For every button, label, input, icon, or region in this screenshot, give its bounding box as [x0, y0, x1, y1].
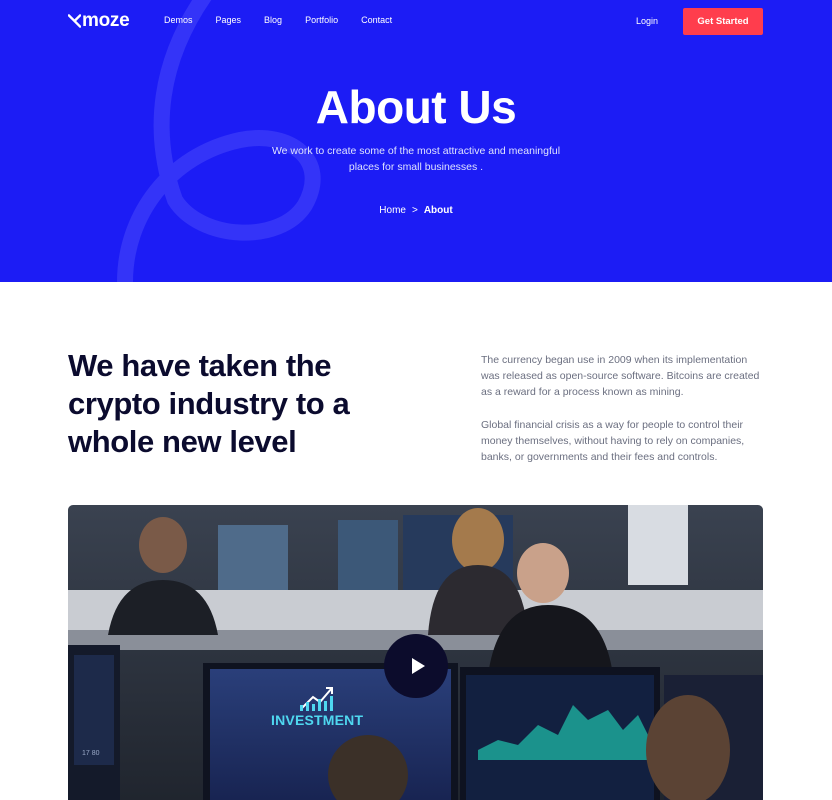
video-thumbnail: INVESTMENT 17 80: [68, 505, 763, 800]
breadcrumb-current: About: [423, 205, 453, 216]
nav-link-contact[interactable]: Contact: [361, 15, 392, 25]
login-link[interactable]: Login: [636, 16, 658, 26]
intro-paragraph-2: Global financial crisis as a way for peo…: [481, 419, 745, 463]
hero-section: moze Demos Pages Blog Portfolio Contact …: [0, 0, 832, 282]
logo[interactable]: moze: [68, 10, 130, 32]
nav-link-demos[interactable]: Demos: [164, 15, 193, 25]
breadcrumb: Home > About: [0, 205, 832, 216]
logo-text: moze: [82, 10, 130, 31]
nav-menu: Demos Pages Blog Portfolio Contact: [164, 15, 415, 25]
breadcrumb-separator: >: [411, 205, 418, 216]
play-icon: [411, 658, 425, 674]
screen-number: 17 80: [82, 750, 100, 757]
hero-subtitle: We work to create some of the most attra…: [271, 145, 561, 173]
investment-screen-text: INVESTMENT: [271, 712, 364, 728]
breadcrumb-home-link[interactable]: Home: [379, 205, 406, 216]
get-started-button[interactable]: Get Started: [683, 8, 763, 35]
page-title: About Us: [315, 81, 517, 133]
nav-link-blog[interactable]: Blog: [264, 15, 282, 25]
nav-link-pages[interactable]: Pages: [216, 15, 242, 25]
intro-headline: We have taken the crypto industry to a w…: [68, 348, 350, 459]
nav-link-portfolio[interactable]: Portfolio: [305, 15, 338, 25]
play-video-button[interactable]: [384, 634, 448, 698]
intro-paragraph-1: The currency began use in 2009 when its …: [481, 354, 760, 398]
top-navbar: moze Demos Pages Blog Portfolio Contact …: [0, 0, 832, 44]
logo-x-icon: [68, 14, 81, 28]
